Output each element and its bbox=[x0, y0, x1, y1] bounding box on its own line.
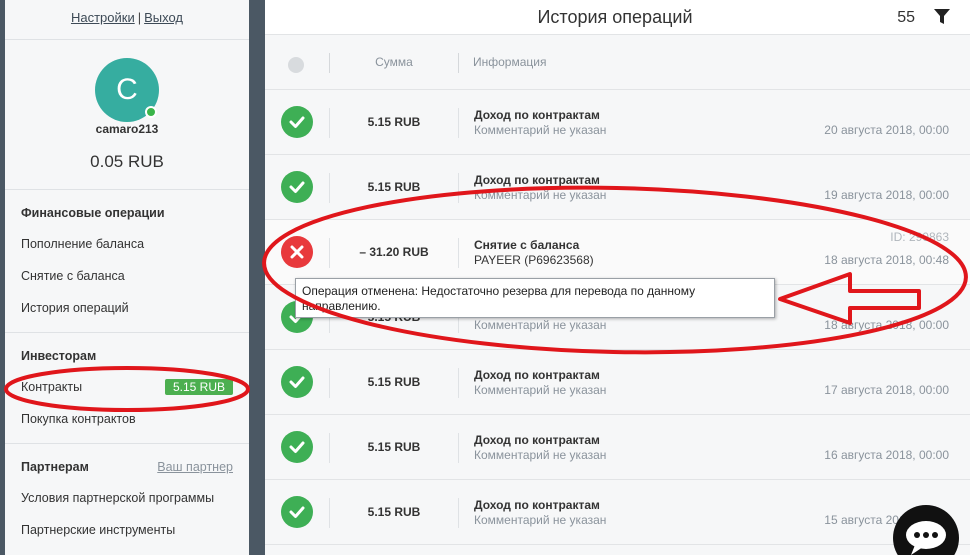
sidebar-item-label: История операций bbox=[21, 301, 129, 315]
status-indicator bbox=[281, 106, 313, 138]
column-header: Сумма Информация bbox=[265, 35, 970, 90]
sidebar-item-partner-tools[interactable]: Партнерские инструменты bbox=[21, 514, 233, 546]
username: camaro213 bbox=[95, 122, 159, 136]
investors-heading-label: Инвесторам bbox=[21, 349, 97, 363]
status-indicator bbox=[281, 236, 313, 268]
row-divider bbox=[458, 238, 459, 268]
sidebar-item-label: Контракты bbox=[21, 380, 83, 394]
sidebar-item-label: Пополнение баланса bbox=[21, 237, 145, 251]
account-balance: 0.05 RUB bbox=[90, 152, 164, 171]
operation-amount: 5.15 RUB bbox=[367, 440, 421, 454]
column-sum: Сумма bbox=[375, 55, 413, 69]
operation-amount: 5.15 RUB bbox=[367, 505, 421, 519]
operation-date: 19 августа 2018, 00:00 bbox=[824, 188, 949, 202]
row-divider bbox=[458, 173, 459, 203]
operation-comment: Комментарий не указан bbox=[474, 383, 607, 397]
online-indicator bbox=[145, 106, 157, 118]
operations-count: 55 bbox=[897, 9, 915, 26]
operation-row[interactable]: 5.15 RUB Доход по контрактамКомментарий н… bbox=[265, 155, 970, 220]
check-icon bbox=[289, 116, 305, 128]
close-icon bbox=[290, 245, 304, 259]
status-indicator bbox=[281, 171, 313, 203]
sidebar-item-label: Условия партнерской программы bbox=[21, 491, 215, 505]
check-icon bbox=[289, 181, 305, 193]
operation-title: Доход по контрактам bbox=[474, 498, 600, 512]
column-divider bbox=[458, 53, 459, 73]
sidebar-item-partner-terms[interactable]: Условия партнерской программы bbox=[21, 482, 233, 514]
account-links: Настройки | Выход bbox=[5, 0, 249, 40]
error-tooltip: Операция отменена: Недостаточно резерва … bbox=[295, 278, 775, 318]
operation-title: Снятие с баланса bbox=[474, 238, 580, 252]
investors-section: Инвесторам Контракты 5.15 RUB Покупка ко… bbox=[5, 341, 249, 444]
operation-row[interactable]: 5.15 RUB Доход по контрактамКомментарий н… bbox=[265, 90, 970, 155]
partners-section: Партнерам Ваш партнер Условия партнерско… bbox=[5, 452, 249, 546]
column-info: Информация bbox=[473, 55, 547, 69]
investors-heading: Инвесторам bbox=[21, 341, 233, 371]
partners-heading-label: Партнерам bbox=[21, 460, 89, 474]
finance-heading: Финансовые операции bbox=[21, 198, 233, 228]
operation-date: 17 августа 2018, 00:00 bbox=[824, 383, 949, 397]
operation-date: 18 августа 2018, 00:48 bbox=[824, 253, 949, 267]
chat-icon bbox=[906, 521, 946, 555]
your-partner-link[interactable]: Ваш партнер bbox=[157, 452, 233, 482]
sidebar: Настройки | Выход C camaro213 0.05 RUB Фин… bbox=[5, 0, 249, 555]
operation-date: 16 августа 2018, 00:00 bbox=[824, 448, 949, 462]
profile-card: C camaro213 0.05 RUB bbox=[5, 40, 249, 190]
filter-icon[interactable] bbox=[934, 9, 950, 25]
operation-id: ID: 290863 bbox=[890, 230, 949, 244]
operation-title: Доход по контрактам bbox=[474, 173, 600, 187]
operation-amount: 5.15 RUB bbox=[367, 180, 421, 194]
operation-amount: 5.15 RUB bbox=[367, 115, 421, 129]
operation-amount: – 31.20 RUB bbox=[359, 245, 429, 259]
sidebar-item-label: Покупка контрактов bbox=[21, 412, 136, 426]
operation-comment: Комментарий не указан bbox=[474, 318, 607, 332]
check-icon bbox=[289, 441, 305, 453]
logout-link[interactable]: Выход bbox=[144, 10, 183, 25]
row-divider bbox=[458, 108, 459, 138]
status-indicator bbox=[281, 431, 313, 463]
row-divider bbox=[458, 368, 459, 398]
status-indicator bbox=[281, 366, 313, 398]
panel-header: История операций 55 bbox=[265, 0, 970, 35]
operation-title: Доход по контрактам bbox=[474, 368, 600, 382]
sidebar-item-label: Партнерские инструменты bbox=[21, 523, 176, 537]
operation-comment: Комментарий не указан bbox=[474, 188, 607, 202]
status-indicator bbox=[281, 496, 313, 528]
sidebar-item-buy-contracts[interactable]: Покупка контрактов bbox=[21, 403, 233, 435]
operation-title: Доход по контрактам bbox=[474, 433, 600, 447]
operation-row[interactable]: 5.15 RUB Доход по контрактамКомментарий н… bbox=[265, 415, 970, 480]
sidebar-item-history[interactable]: История операций bbox=[21, 292, 233, 324]
operation-row[interactable]: – 31.20 RUB Снятие с баланса PAYEER (P6962… bbox=[265, 220, 970, 285]
finance-section: Финансовые операции Пополнение баланса С… bbox=[5, 198, 249, 333]
finance-heading-label: Финансовые операции bbox=[21, 206, 165, 220]
sidebar-item-withdraw[interactable]: Снятие с баланса bbox=[21, 260, 233, 292]
operation-title: Доход по контрактам bbox=[474, 108, 600, 122]
operation-date: 20 августа 2018, 00:00 bbox=[824, 123, 949, 137]
operation-row[interactable]: 5.15 RUB Доход по контрактамКомментарий н… bbox=[265, 480, 970, 545]
operation-row[interactable]: 5.15 RUB Доход по контрактамКомментарий н… bbox=[265, 350, 970, 415]
check-icon bbox=[289, 506, 305, 518]
sidebar-item-contracts[interactable]: Контракты 5.15 RUB bbox=[21, 371, 233, 403]
select-all-checkbox[interactable] bbox=[288, 57, 304, 73]
check-icon bbox=[289, 376, 305, 388]
operation-date: 18 августа 2018, 00:00 bbox=[824, 318, 949, 332]
operation-amount: 5.15 RUB bbox=[367, 375, 421, 389]
operation-comment: PAYEER (P69623568) bbox=[474, 253, 594, 267]
settings-link[interactable]: Настройки bbox=[71, 10, 135, 25]
operation-comment: Комментарий не указан bbox=[474, 123, 607, 137]
link-separator: | bbox=[137, 10, 142, 25]
page-title: История операций bbox=[537, 7, 693, 27]
row-divider bbox=[458, 433, 459, 463]
chat-button[interactable] bbox=[893, 505, 959, 555]
partners-heading: Партнерам Ваш партнер bbox=[21, 452, 233, 482]
operation-comment: Комментарий не указан bbox=[474, 448, 607, 462]
operation-comment: Комментарий не указан bbox=[474, 513, 607, 527]
sidebar-item-label: Снятие с баланса bbox=[21, 269, 125, 283]
sidebar-item-deposit[interactable]: Пополнение баланса bbox=[21, 228, 233, 260]
contracts-balance-badge: 5.15 RUB bbox=[164, 379, 233, 395]
row-divider bbox=[458, 498, 459, 528]
